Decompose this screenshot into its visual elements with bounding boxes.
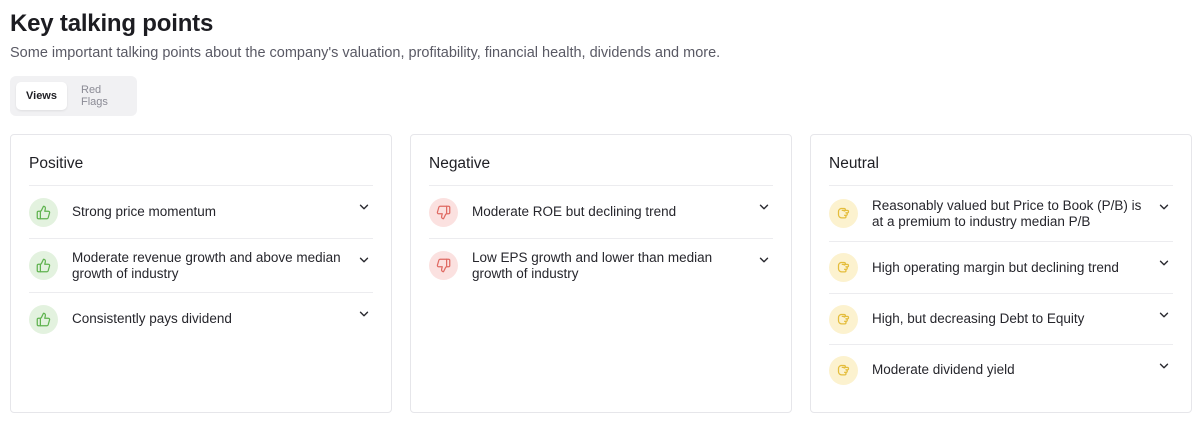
list-item-text: Strong price momentum (72, 204, 217, 219)
thumbs-sideways-icon (829, 356, 858, 385)
header: Key talking points Some important talkin… (10, 8, 720, 62)
thumbs-up-icon (29, 305, 58, 334)
list-item[interactable]: Strong price momentum (29, 185, 373, 238)
page-subtitle: Some important talking points about the … (10, 45, 721, 61)
list-item[interactable]: Moderate revenue growth and above median… (29, 238, 373, 292)
list-item-text: Moderate ROE but declining trend (472, 204, 677, 219)
neutral-list: Reasonably valued but Price to Book (P/B… (829, 185, 1173, 396)
chevron-down-icon[interactable] (357, 307, 371, 321)
thumbs-sideways-icon (829, 305, 858, 334)
list-item-text: Reasonably valued but Price to Book (P/B… (872, 198, 1142, 229)
thumbs-sideways-icon (829, 199, 858, 228)
tab-red-flags[interactable]: Red Flags (71, 82, 131, 110)
page-title: Key talking points (10, 10, 214, 37)
chevron-down-icon[interactable] (1157, 359, 1171, 373)
card-title: Neutral (829, 155, 879, 172)
thumbs-sideways-icon (829, 253, 858, 282)
list-item-text: High operating margin but declining tren… (872, 260, 1119, 275)
list-item[interactable]: High, but decreasing Debt to Equity (829, 293, 1173, 344)
list-item-text: High, but decreasing Debt to Equity (872, 311, 1085, 326)
thumbs-down-icon (429, 251, 458, 280)
view-tabs: Views Red Flags (10, 76, 137, 116)
list-item[interactable]: Moderate ROE but declining trend (429, 185, 773, 238)
chevron-down-icon[interactable] (757, 253, 771, 267)
list-item[interactable]: High operating margin but declining tren… (829, 241, 1173, 293)
thumbs-up-icon (29, 251, 58, 280)
positive-card: Positive Strong price momentum Moderate … (10, 134, 392, 413)
list-item-text: Moderate dividend yield (872, 362, 1015, 377)
list-item-text: Consistently pays dividend (72, 311, 232, 326)
card-title: Positive (29, 155, 84, 172)
chevron-down-icon[interactable] (1157, 308, 1171, 322)
positive-list: Strong price momentum Moderate revenue g… (29, 185, 373, 345)
list-item[interactable]: Low EPS growth and lower than median gro… (429, 238, 773, 292)
list-item[interactable]: Consistently pays dividend (29, 292, 373, 345)
list-item[interactable]: Moderate dividend yield (829, 344, 1173, 396)
list-item[interactable]: Reasonably valued but Price to Book (P/B… (829, 185, 1173, 241)
chevron-down-icon[interactable] (757, 200, 771, 214)
list-item-text: Low EPS growth and lower than median gro… (472, 250, 713, 281)
negative-card: Negative Moderate ROE but declining tren… (410, 134, 792, 413)
chevron-down-icon[interactable] (357, 253, 371, 267)
thumbs-down-icon (429, 198, 458, 227)
neutral-card: Neutral Reasonably valued but Price to B… (810, 134, 1192, 413)
thumbs-up-icon (29, 198, 58, 227)
chevron-down-icon[interactable] (1157, 256, 1171, 270)
chevron-down-icon[interactable] (1157, 200, 1171, 214)
chevron-down-icon[interactable] (357, 200, 371, 214)
negative-list: Moderate ROE but declining trend Low EPS… (429, 185, 773, 292)
list-item-text: Moderate revenue growth and above median… (72, 250, 341, 281)
card-title: Negative (429, 155, 491, 172)
tab-views[interactable]: Views (16, 82, 67, 110)
